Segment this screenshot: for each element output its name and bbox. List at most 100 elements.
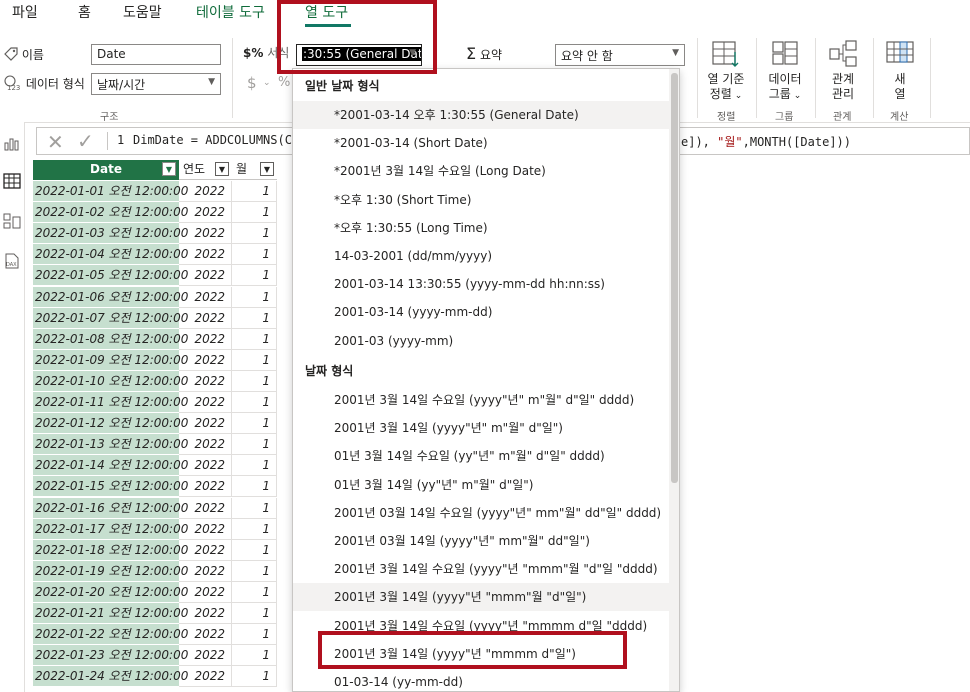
cell-month[interactable]: 1 bbox=[232, 223, 277, 245]
table-row[interactable]: 2022-01-11 오전 12:00:00 2022 1 bbox=[33, 392, 277, 413]
table-row[interactable]: 2022-01-22 오전 12:00:00 2022 1 bbox=[33, 624, 277, 646]
cell-year[interactable]: 2022 bbox=[179, 307, 232, 329]
cell-month[interactable]: 1 bbox=[232, 497, 277, 519]
cancel-formula-icon[interactable]: ✕ bbox=[47, 130, 64, 154]
table-row[interactable]: 2022-01-14 오전 12:00:00 2022 1 bbox=[33, 455, 277, 477]
cell-month[interactable]: 1 bbox=[232, 434, 277, 456]
format-option[interactable]: 2001년 03월 14일 (yyyy"년" mm"월" dd"일") bbox=[293, 527, 671, 555]
tab-table-tools[interactable]: 테이블 도구 bbox=[196, 2, 265, 22]
table-row[interactable]: 2022-01-13 오전 12:00:00 2022 1 bbox=[33, 434, 277, 456]
format-option[interactable]: 2001년 3월 14일 수요일 (yyyy"년" m"월" d"일" dddd… bbox=[293, 386, 671, 414]
cell-year[interactable]: 2022 bbox=[179, 581, 232, 603]
table-row[interactable]: 2022-01-02 오전 12:00:00 2022 1 bbox=[33, 202, 277, 224]
table-row[interactable]: 2022-01-16 오전 12:00:00 2022 1 bbox=[33, 497, 277, 519]
cell-date[interactable]: 2022-01-06 오전 12:00:00 bbox=[33, 286, 188, 308]
format-option[interactable]: *2001-03-14 오후 1:30:55 (General Date) bbox=[293, 101, 671, 129]
cell-year[interactable]: 2022 bbox=[179, 413, 232, 435]
cell-date[interactable]: 2022-01-02 오전 12:00:00 bbox=[33, 202, 188, 224]
table-row[interactable]: 2022-01-24 오전 12:00:00 2022 1 bbox=[33, 666, 277, 688]
new-column-button[interactable]: 새 열 bbox=[878, 40, 922, 102]
percent-button[interactable]: % bbox=[278, 75, 290, 90]
table-row[interactable]: 2022-01-19 오전 12:00:00 2022 1 bbox=[33, 560, 277, 582]
cell-year[interactable]: 2022 bbox=[179, 370, 232, 392]
cell-year[interactable]: 2022 bbox=[179, 455, 232, 477]
cell-date[interactable]: 2022-01-12 오전 12:00:00 bbox=[33, 413, 188, 435]
table-row[interactable]: 2022-01-18 오전 12:00:00 2022 1 bbox=[33, 539, 277, 561]
cell-month[interactable]: 1 bbox=[232, 265, 277, 287]
cell-month[interactable]: 1 bbox=[232, 202, 277, 224]
cell-date[interactable]: 2022-01-08 오전 12:00:00 bbox=[33, 328, 188, 350]
cell-month[interactable]: 1 bbox=[232, 560, 277, 582]
cell-year[interactable]: 2022 bbox=[179, 603, 232, 624]
cell-date[interactable]: 2022-01-20 오전 12:00:00 bbox=[33, 581, 188, 603]
tab-home[interactable]: 홈 bbox=[78, 2, 91, 22]
format-option[interactable]: 2001-03-14 13:30:55 (yyyy-mm-dd hh:nn:ss… bbox=[293, 270, 671, 298]
cell-month[interactable]: 1 bbox=[232, 370, 277, 392]
cell-month[interactable]: 1 bbox=[232, 518, 277, 540]
tab-help[interactable]: 도움말 bbox=[123, 2, 162, 22]
cell-month[interactable]: 1 bbox=[232, 286, 277, 308]
cell-date[interactable]: 2022-01-07 오전 12:00:00 bbox=[33, 307, 188, 329]
table-row[interactable]: 2022-01-20 오전 12:00:00 2022 1 bbox=[33, 581, 277, 603]
table-row[interactable]: 2022-01-05 오전 12:00:00 2022 1 bbox=[33, 265, 277, 287]
cell-year[interactable]: 2022 bbox=[179, 202, 232, 224]
table-row[interactable]: 2022-01-17 오전 12:00:00 2022 1 bbox=[33, 518, 277, 540]
format-option[interactable]: 2001년 03월 14일 수요일 (yyyy"년" mm"월" dd"일" d… bbox=[293, 499, 671, 527]
cell-month[interactable]: 1 bbox=[232, 666, 277, 688]
cell-year[interactable]: 2022 bbox=[179, 392, 232, 413]
cell-date[interactable]: 2022-01-05 오전 12:00:00 bbox=[33, 265, 188, 287]
cell-month[interactable]: 1 bbox=[232, 645, 277, 667]
cell-date[interactable]: 2022-01-14 오전 12:00:00 bbox=[33, 455, 188, 477]
cell-month[interactable]: 1 bbox=[232, 455, 277, 477]
manage-relationships-button[interactable]: 관계 관리 bbox=[820, 40, 866, 102]
table-row[interactable]: 2022-01-10 오전 12:00:00 2022 1 bbox=[33, 370, 277, 392]
format-option[interactable]: 14-03-2001 (dd/mm/yyyy) bbox=[293, 242, 671, 270]
cell-year[interactable]: 2022 bbox=[179, 560, 232, 582]
cell-month[interactable]: 1 bbox=[232, 392, 277, 413]
cell-date[interactable]: 2022-01-18 오전 12:00:00 bbox=[33, 539, 188, 561]
cell-year[interactable]: 2022 bbox=[179, 666, 232, 688]
report-view-icon[interactable] bbox=[3, 134, 21, 152]
column-header-date[interactable]: Date ▼ bbox=[33, 160, 179, 180]
cell-date[interactable]: 2022-01-13 오전 12:00:00 bbox=[33, 434, 188, 456]
cell-date[interactable]: 2022-01-03 오전 12:00:00 bbox=[33, 223, 188, 245]
column-header-month[interactable]: 월 ▼ bbox=[232, 160, 277, 180]
cell-month[interactable]: 1 bbox=[232, 603, 277, 624]
cell-month[interactable]: 1 bbox=[232, 328, 277, 350]
table-row[interactable]: 2022-01-06 오전 12:00:00 2022 1 bbox=[33, 286, 277, 308]
currency-button[interactable]: $ bbox=[247, 74, 257, 92]
filter-dropdown-icon[interactable]: ▼ bbox=[260, 162, 274, 176]
cell-date[interactable]: 2022-01-09 오전 12:00:00 bbox=[33, 349, 188, 371]
formula-text-end[interactable]: e]), "월",MONTH([Date])) bbox=[681, 133, 851, 150]
cell-month[interactable]: 1 bbox=[232, 624, 277, 646]
cell-year[interactable]: 2022 bbox=[179, 497, 232, 519]
format-option[interactable]: 01-03-14 (yy-mm-dd) bbox=[293, 668, 671, 691]
cell-month[interactable]: 1 bbox=[232, 181, 277, 202]
format-option[interactable]: *2001-03-14 (Short Date) bbox=[293, 129, 671, 157]
cell-year[interactable]: 2022 bbox=[179, 328, 232, 350]
cell-date[interactable]: 2022-01-17 오전 12:00:00 bbox=[33, 518, 188, 540]
format-dropdown-list[interactable]: 일반 날짜 형식 *2001-03-14 오후 1:30:55 (General… bbox=[292, 68, 680, 692]
format-option[interactable]: 2001년 3월 14일 수요일 (yyyy"년 "mmm"월 "d"일 "dd… bbox=[293, 555, 671, 583]
format-option[interactable]: *오후 1:30:55 (Long Time) bbox=[293, 214, 671, 242]
cell-month[interactable]: 1 bbox=[232, 244, 277, 266]
cell-month[interactable]: 1 bbox=[232, 413, 277, 435]
cell-year[interactable]: 2022 bbox=[179, 518, 232, 540]
formula-text-start[interactable]: DimDate = ADDCOLUMNS(CAL bbox=[133, 133, 306, 147]
dropdown-scrollbar[interactable] bbox=[669, 69, 679, 691]
cell-year[interactable]: 2022 bbox=[179, 624, 232, 646]
cell-date[interactable]: 2022-01-04 오전 12:00:00 bbox=[33, 244, 188, 266]
sort-by-column-button[interactable]: 열 기준 정렬 ⌄ bbox=[703, 40, 749, 104]
cell-month[interactable]: 1 bbox=[232, 349, 277, 371]
table-row[interactable]: 2022-01-07 오전 12:00:00 2022 1 bbox=[33, 307, 277, 329]
cell-date[interactable]: 2022-01-19 오전 12:00:00 bbox=[33, 560, 188, 582]
cell-date[interactable]: 2022-01-16 오전 12:00:00 bbox=[33, 497, 188, 519]
dax-query-view-icon[interactable]: DAX bbox=[3, 252, 21, 270]
cell-date[interactable]: 2022-01-11 오전 12:00:00 bbox=[33, 392, 188, 413]
table-row[interactable]: 2022-01-21 오전 12:00:00 2022 1 bbox=[33, 603, 277, 624]
cell-year[interactable]: 2022 bbox=[179, 645, 232, 667]
scrollbar-thumb[interactable] bbox=[671, 73, 678, 483]
cell-date[interactable]: 2022-01-21 오전 12:00:00 bbox=[33, 603, 188, 624]
cell-year[interactable]: 2022 bbox=[179, 181, 232, 202]
table-view-icon[interactable] bbox=[3, 172, 21, 190]
